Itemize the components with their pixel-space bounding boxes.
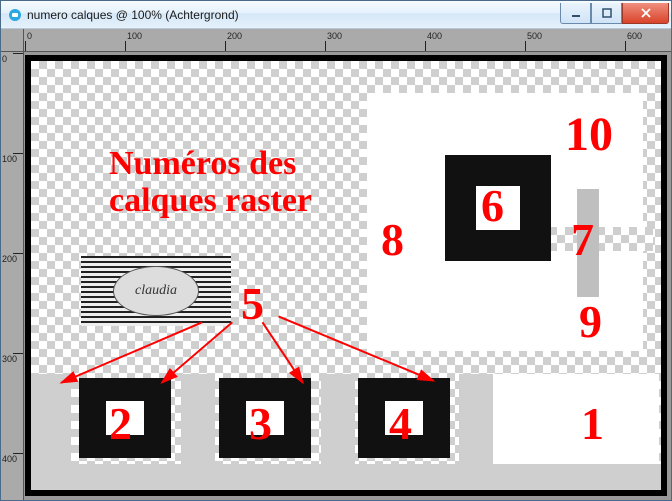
label-8: 8 bbox=[381, 213, 404, 266]
gray-pad bbox=[181, 374, 215, 464]
gray-pad bbox=[321, 374, 355, 464]
window-title: numero calques @ 100% (Achtergrond) bbox=[27, 8, 560, 22]
layer-shape-1 bbox=[493, 374, 659, 464]
layer-gray-strip bbox=[31, 464, 661, 490]
canvas-outer: claudia Numéros des calques raster 5 2 3… bbox=[23, 51, 671, 500]
heading-line2: calques raster bbox=[109, 182, 312, 219]
heading-line1: Numéros des bbox=[109, 145, 296, 182]
label-3: 3 bbox=[249, 397, 272, 450]
ruler-horizontal[interactable]: 0 100 200 300 400 500 600 bbox=[23, 29, 671, 52]
canvas-border: claudia Numéros des calques raster 5 2 3… bbox=[25, 55, 667, 496]
workspace: 0 100 200 300 400 500 600 0 100 200 300 … bbox=[1, 29, 671, 500]
canvas[interactable]: claudia Numéros des calques raster 5 2 3… bbox=[31, 61, 661, 490]
gray-pad bbox=[31, 374, 71, 464]
ruler-vertical[interactable]: 0 100 200 300 400 bbox=[1, 51, 24, 500]
titlebar[interactable]: numero calques @ 100% (Achtergrond) bbox=[1, 1, 671, 29]
window-controls bbox=[560, 3, 669, 23]
label-2: 2 bbox=[109, 397, 132, 450]
claudia-badge: claudia bbox=[113, 266, 199, 316]
label-4: 4 bbox=[389, 397, 412, 450]
close-button[interactable] bbox=[622, 3, 669, 24]
claudia-logo: claudia bbox=[81, 256, 231, 326]
minimize-button[interactable] bbox=[560, 3, 591, 24]
maximize-button[interactable] bbox=[591, 3, 622, 24]
label-10: 10 bbox=[565, 107, 613, 162]
label-9: 9 bbox=[579, 295, 602, 348]
gray-pad bbox=[459, 374, 493, 464]
ruler-corner bbox=[1, 29, 24, 52]
label-7: 7 bbox=[571, 213, 594, 266]
label-5: 5 bbox=[241, 277, 264, 330]
claudia-text: claudia bbox=[135, 283, 177, 299]
label-6: 6 bbox=[481, 179, 504, 232]
heading: Numéros des calques raster bbox=[109, 145, 312, 220]
window-frame: numero calques @ 100% (Achtergrond) 0 10… bbox=[0, 0, 672, 501]
app-icon bbox=[7, 7, 23, 23]
label-1: 1 bbox=[581, 397, 604, 450]
